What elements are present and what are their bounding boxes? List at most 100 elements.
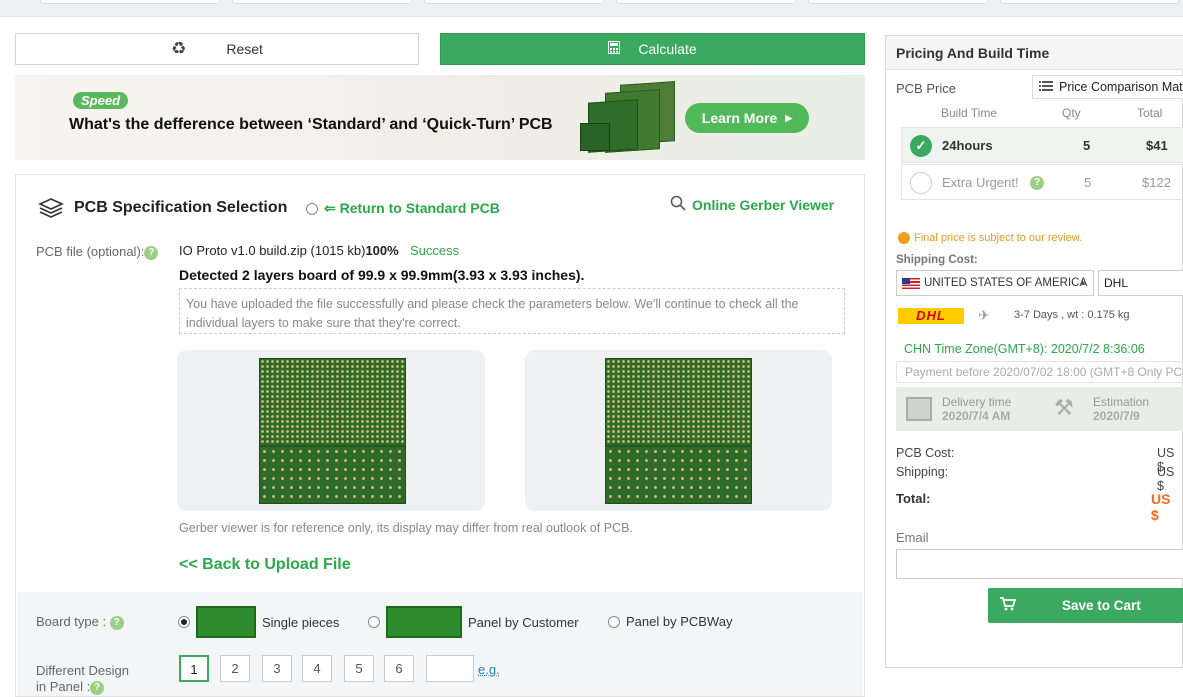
promo-banner[interactable]: Speed What's the defference between ‘Sta…: [15, 75, 865, 160]
payment-before: Payment before 2020/07/02 18:00 (GMT+8 O…: [896, 361, 1183, 383]
upload-notice: You have uploaded the file successfully …: [179, 288, 845, 334]
panel-customer-label: Panel by Customer: [468, 614, 579, 630]
price-comparison-button[interactable]: Price Comparison Matrix: [1032, 75, 1183, 99]
upload-status: Success: [410, 243, 460, 258]
return-radio[interactable]: [306, 202, 318, 215]
board-type-single[interactable]: Single pieces: [178, 606, 339, 638]
design-count-4[interactable]: 4: [302, 655, 332, 682]
country-select[interactable]: UNITED STATES OF AMERICA ▲: [896, 270, 1094, 296]
top-tab[interactable]: [40, 0, 220, 4]
eg-link[interactable]: e.g.: [478, 662, 500, 677]
gerber-preview-bottom[interactable]: [525, 350, 832, 511]
design-panel-label-line2: in Panel :: [36, 679, 91, 694]
estimation: Estimation 2020/7/9: [1093, 395, 1149, 423]
delivery-time: Delivery time 2020/7/4 AM: [942, 395, 1011, 423]
top-tab[interactable]: [808, 0, 988, 4]
single-radio[interactable]: [178, 616, 190, 628]
col-total: Total: [1137, 106, 1163, 120]
pcb-stack-image: [580, 81, 690, 155]
design-count-3[interactable]: 3: [262, 655, 292, 682]
design-count-custom-input[interactable]: [426, 655, 474, 682]
design-count-5[interactable]: 5: [344, 655, 374, 682]
help-icon[interactable]: ?: [109, 615, 124, 630]
layers-icon: [38, 197, 64, 226]
calculate-label: Calculate: [638, 41, 697, 57]
design-count-6[interactable]: 6: [384, 655, 414, 682]
help-icon[interactable]: ?: [1030, 176, 1044, 190]
board-type-label: Board type : ?: [36, 614, 124, 630]
build-time: 24hours: [942, 138, 993, 153]
email-input[interactable]: [896, 549, 1183, 579]
help-icon[interactable]: ?: [144, 245, 159, 260]
pricing-panel: Pricing And Build Time PCB Price Price C…: [885, 35, 1183, 668]
save-to-cart-button[interactable]: Save to Cart: [988, 588, 1183, 623]
design-count-2[interactable]: 2: [220, 655, 250, 682]
us-flag-icon: [902, 277, 920, 289]
search-icon: [670, 195, 686, 214]
return-standard-label: ⇐ Return to Standard PCB: [324, 200, 500, 216]
airplane-icon: ✈: [978, 307, 990, 323]
learn-more-button[interactable]: Learn More ▶: [685, 103, 809, 133]
design-count-1[interactable]: 1: [179, 655, 209, 682]
total: $41: [1146, 138, 1168, 153]
design-panel-label-line1: Different Design: [36, 663, 129, 678]
lightbulb-icon: [898, 232, 910, 244]
carrier-select[interactable]: DHL: [1098, 270, 1183, 296]
delivery-label: Delivery time: [942, 395, 1012, 409]
top-tabs-strip: [0, 0, 1183, 17]
list-icon: [1039, 80, 1053, 94]
gerber-preview-top[interactable]: [177, 350, 485, 511]
pcb-bottom-image: [605, 358, 752, 504]
panel-customer-radio[interactable]: [368, 616, 380, 628]
gerber-reference-note: Gerber viewer is for reference only, its…: [179, 521, 633, 535]
learn-more-label: Learn More: [701, 110, 778, 126]
caret-right-icon: ▶: [785, 112, 793, 123]
top-tab[interactable]: [1000, 0, 1180, 4]
back-to-upload-link[interactable]: << Back to Upload File: [179, 556, 351, 574]
board-type-panel-customer[interactable]: Panel by Customer: [368, 606, 579, 638]
speed-badge: Speed: [73, 92, 129, 109]
build-time: Extra Urgent!: [942, 175, 1019, 190]
shipping-label: Shipping:: [896, 465, 949, 479]
price-row-24hours[interactable]: ✓ 24hours 5 $41: [901, 127, 1183, 163]
total-value: US $: [1151, 491, 1171, 523]
help-icon[interactable]: ?: [90, 680, 105, 695]
estimation-label: Estimation: [1093, 395, 1150, 409]
email-label: Email: [896, 530, 929, 545]
delivery-date: 2020/7/4 AM: [942, 409, 1011, 423]
dhl-logo: DHL: [898, 308, 964, 324]
top-tab[interactable]: [424, 0, 604, 4]
top-tab[interactable]: [616, 0, 796, 4]
top-tab[interactable]: [232, 0, 412, 4]
online-gerber-viewer-link[interactable]: Online Gerber Viewer: [670, 195, 834, 214]
panel-pcbway-radio[interactable]: [608, 615, 620, 628]
estimation-date: 2020/7/9: [1093, 409, 1140, 423]
board-type-panel-pcbway[interactable]: Panel by PCBWay: [608, 614, 732, 629]
total-label: Total:: [896, 491, 931, 506]
col-qty: Qty: [1062, 106, 1081, 120]
country-value: UNITED STATES OF AMERICA: [924, 277, 1088, 289]
shipping-days-weight: 3-7 Days , wt : 0.175 kg: [1014, 309, 1130, 321]
cart-icon: [1000, 597, 1017, 614]
total: $122: [1142, 175, 1171, 190]
col-build-time: Build Time: [941, 106, 998, 120]
return-standard-pcb-link[interactable]: ⇐ Return to Standard PCB: [306, 200, 500, 217]
design-panel-label: Different Design in Panel :?: [36, 663, 129, 695]
qty: 5: [1083, 138, 1091, 153]
calculate-button[interactable]: Calculate: [440, 33, 865, 65]
single-board-icon: [196, 606, 256, 638]
file-percent: 100%: [365, 243, 399, 258]
reset-button[interactable]: ♻ Reset: [15, 33, 419, 65]
file-name-text: IO Proto v1.0 build.zip (1015 kb): [179, 243, 366, 258]
save-to-cart-label: Save to Cart: [1062, 598, 1141, 613]
banner-title: What's the defference between ‘Standard’…: [69, 116, 553, 133]
shipping-cost-label: Shipping Cost:: [896, 254, 978, 266]
pcb-file-label-text: PCB file (optional):: [36, 244, 145, 259]
check-icon: ✓: [910, 135, 932, 157]
package-icon: [906, 397, 932, 421]
qty: 5: [1084, 175, 1092, 190]
unselected-radio[interactable]: [910, 172, 932, 194]
pcb-file-label: PCB file (optional):?: [36, 244, 159, 260]
single-label: Single pieces: [262, 614, 340, 630]
price-row-extra-urgent[interactable]: Extra Urgent! ? 5 $122: [901, 164, 1183, 200]
